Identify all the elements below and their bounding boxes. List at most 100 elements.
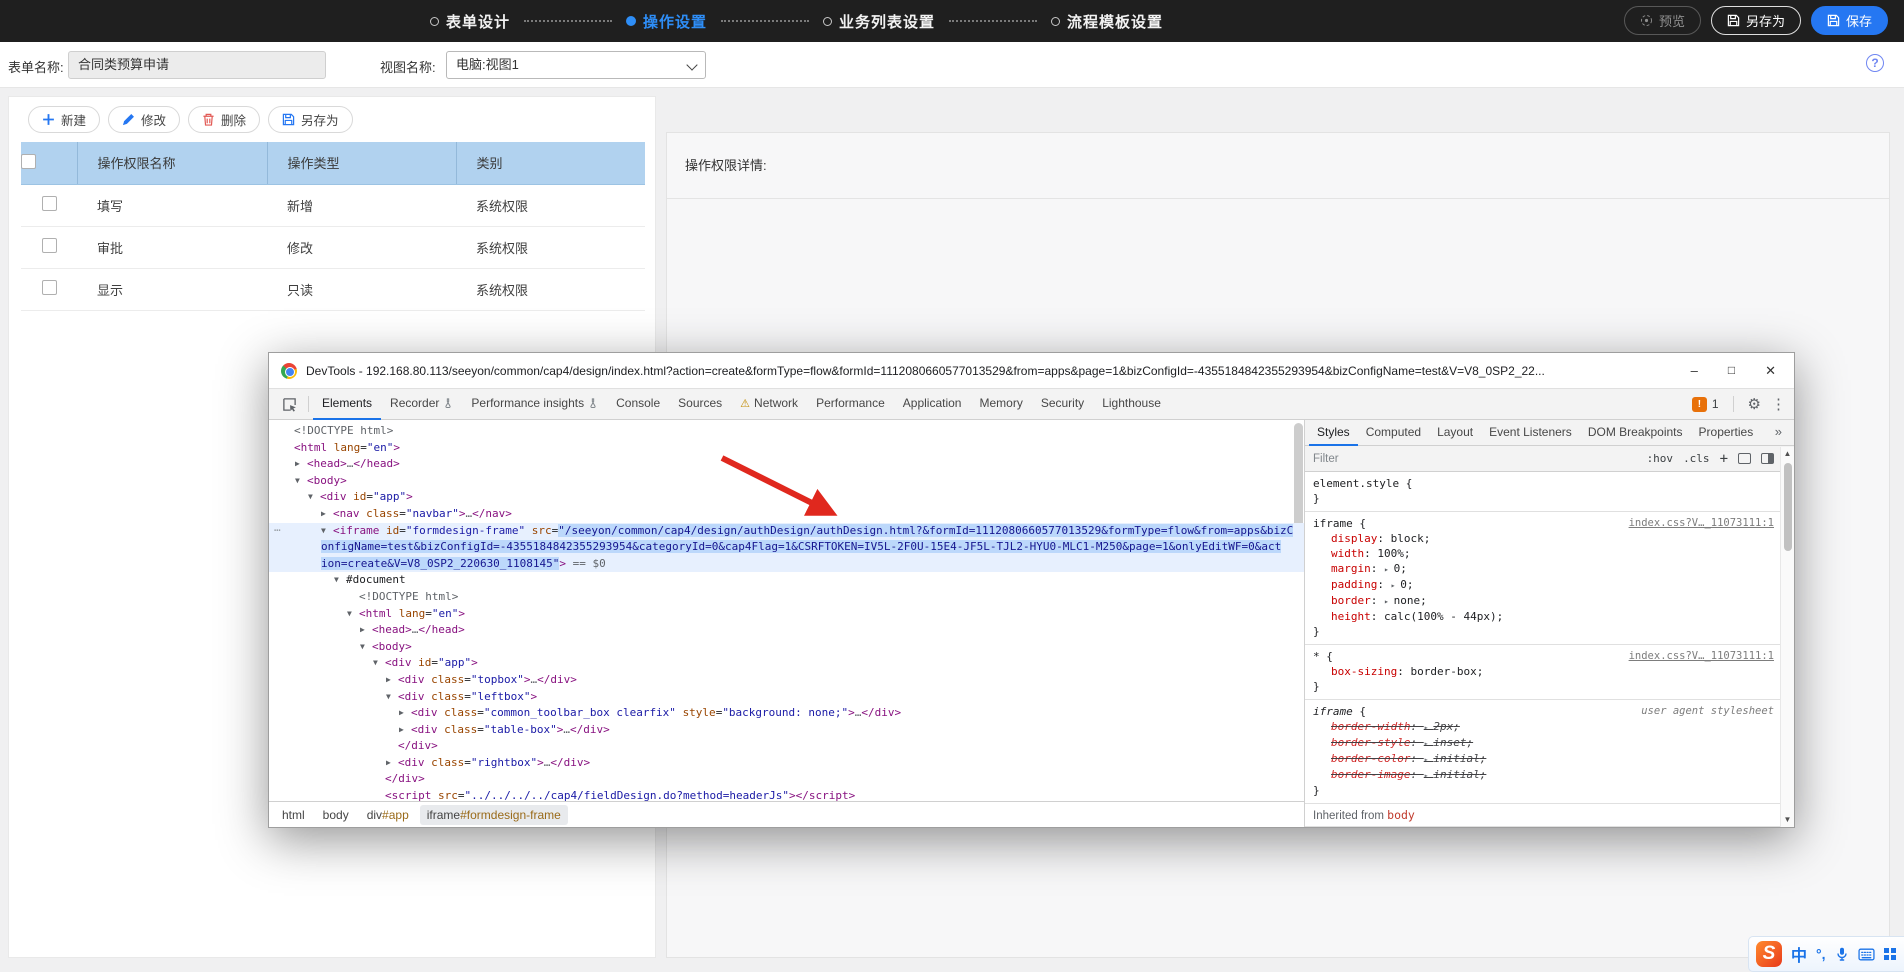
scroll-up-icon[interactable]: ▲ <box>1784 447 1792 461</box>
styles-tab-overflow[interactable]: » <box>1767 420 1790 446</box>
hov-toggle[interactable]: :hov <box>1647 452 1674 465</box>
inherited-target[interactable]: body <box>1387 808 1415 822</box>
devtools-tree-row[interactable]: ▶<head>…</head> <box>269 622 1304 639</box>
devtools-tree-row[interactable]: </div> <box>269 771 1304 788</box>
scroll-down-icon[interactable]: ▼ <box>1784 813 1792 827</box>
styles-scrollbar-thumb[interactable] <box>1784 463 1792 551</box>
form-name-input[interactable]: 合同类预算申请 <box>68 51 326 79</box>
styles-tab-layout[interactable]: Layout <box>1429 420 1481 446</box>
css-property[interactable]: width: 100%; <box>1313 546 1772 561</box>
collapsed-arrow-icon[interactable]: ▶ <box>399 722 411 739</box>
expanded-arrow-icon[interactable]: ▼ <box>347 606 359 623</box>
select-all-checkbox[interactable] <box>21 154 36 169</box>
devtools-tree-row[interactable]: ▼<body> <box>269 473 1304 490</box>
expand-arrow-icon[interactable]: ▸ <box>1384 597 1394 606</box>
css-property[interactable]: border-width: ▸ 2px; <box>1313 719 1772 735</box>
row-checkbox[interactable] <box>42 238 57 253</box>
expanded-arrow-icon[interactable]: ▼ <box>373 655 385 672</box>
devtools-tree-row[interactable]: ▼#document <box>269 572 1304 589</box>
view-name-select[interactable]: 电脑:视图1 <box>446 51 706 79</box>
devtools-tree-row[interactable]: ▼<div id="app"> <box>269 655 1304 672</box>
tab-sources[interactable]: Sources <box>669 389 731 420</box>
collapsed-arrow-icon[interactable]: ▶ <box>295 456 307 473</box>
expanded-arrow-icon[interactable]: ▼ <box>334 572 346 589</box>
expand-arrow-icon[interactable]: ▸ <box>1391 581 1401 590</box>
stylesheet-link[interactable]: index.css?V…_11073111:1 <box>1629 650 1774 662</box>
expand-arrow-icon[interactable]: ▸ <box>1424 723 1434 732</box>
close-button[interactable]: ✕ <box>1765 363 1776 379</box>
collapsed-arrow-icon[interactable]: ▶ <box>386 755 398 772</box>
devtools-tree-row[interactable]: ion=create&V=V8_0SP2_220630_1108145"> ==… <box>269 556 1304 573</box>
tab-recorder[interactable]: Recorder <box>381 389 462 420</box>
wizard-step-1[interactable]: 表单设计 <box>430 11 510 32</box>
table-row[interactable]: 显示只读系统权限 <box>21 268 645 310</box>
expand-arrow-icon[interactable]: ▸ <box>1384 565 1394 574</box>
tab-elements[interactable]: Elements <box>313 389 381 420</box>
css-property[interactable]: height: calc(100% - 44px); <box>1313 609 1772 624</box>
new-rule-button[interactable]: + <box>1720 451 1728 467</box>
expanded-arrow-icon[interactable]: ▼ <box>360 639 372 656</box>
styles-scrollbar[interactable]: ▲ ▼ <box>1780 447 1794 827</box>
collapsed-arrow-icon[interactable]: ▶ <box>360 622 372 639</box>
devtools-tree-row[interactable]: ▼<div id="app"> <box>269 489 1304 506</box>
ime-mode-toggle[interactable]: 中 <box>1791 942 1807 966</box>
wizard-step-4[interactable]: 流程模板设置 <box>1051 11 1163 32</box>
microphone-icon[interactable] <box>1835 947 1849 961</box>
css-property[interactable]: border-image: ▸ initial; <box>1313 767 1772 783</box>
devtools-tree-row[interactable]: <html lang="en"> <box>269 440 1304 457</box>
pencil-toolbar-button[interactable]: 修改 <box>108 106 180 133</box>
sidebar-toggle-icon[interactable] <box>1761 453 1774 464</box>
css-property[interactable]: box-sizing: border-box; <box>1313 664 1772 679</box>
table-row[interactable]: 审批修改系统权限 <box>21 226 645 268</box>
devtools-titlebar[interactable]: DevTools - 192.168.80.113/seeyon/common/… <box>269 353 1794 389</box>
css-property[interactable]: display: block; <box>1313 531 1772 546</box>
tab-lighthouse[interactable]: Lighthouse <box>1093 389 1170 420</box>
plus-toolbar-button[interactable]: 新建 <box>28 106 100 133</box>
expanded-arrow-icon[interactable]: ▼ <box>295 473 307 490</box>
breadcrumb-item[interactable]: body <box>316 805 356 825</box>
minimize-button[interactable]: – <box>1691 363 1698 379</box>
expanded-arrow-icon[interactable]: ▼ <box>386 689 398 706</box>
floppy-toolbar-button[interactable]: 另存为 <box>268 106 353 133</box>
row-checkbox[interactable] <box>42 196 57 211</box>
devtools-tree-row[interactable]: <!DOCTYPE html> <box>269 423 1304 440</box>
tab-console[interactable]: Console <box>607 389 669 420</box>
devtools-tree-row[interactable]: ▶<div class="topbox">…</div> <box>269 672 1304 689</box>
preview-button[interactable]: 预览 <box>1624 6 1701 35</box>
devtools-tree-row[interactable]: ▶<div class="table-box">…</div> <box>269 722 1304 739</box>
rendering-icon[interactable] <box>1738 453 1751 464</box>
wizard-step-2[interactable]: 操作设置 <box>626 11 707 32</box>
issues-badge[interactable]: ! 1 <box>1692 397 1719 412</box>
help-icon[interactable]: ? <box>1866 54 1884 72</box>
stylesheet-link[interactable]: index.css?V…_11073111:1 <box>1629 517 1774 529</box>
devtools-tree-row[interactable]: ▶<div class="common_toolbar_box clearfix… <box>269 705 1304 722</box>
sogou-logo-icon[interactable]: S <box>1756 941 1782 967</box>
tab-network[interactable]: ⚠Network <box>731 389 807 420</box>
breadcrumb-item[interactable]: html <box>275 805 312 825</box>
css-property[interactable]: border: ▸ none; <box>1313 593 1772 609</box>
expanded-arrow-icon[interactable]: ▼ <box>321 523 333 540</box>
expand-arrow-icon[interactable]: ▸ <box>1424 755 1434 764</box>
maximize-button[interactable]: □ <box>1728 363 1735 379</box>
devtools-tree-row[interactable]: ▶<nav class="navbar">…</nav> <box>269 506 1304 523</box>
expand-arrow-icon[interactable]: ▸ <box>1424 771 1434 780</box>
row-checkbox[interactable] <box>42 280 57 295</box>
devtools-tree-row[interactable]: ▶<head>…</head> <box>269 456 1304 473</box>
collapsed-arrow-icon[interactable]: ▶ <box>399 705 411 722</box>
styles-tab-properties[interactable]: Properties <box>1691 420 1762 446</box>
punctuation-icon[interactable]: °, <box>1816 946 1826 962</box>
breadcrumb-item[interactable]: div#app <box>360 805 416 825</box>
toolbox-grid-icon[interactable] <box>1884 948 1896 960</box>
styles-tab-event-listeners[interactable]: Event Listeners <box>1481 420 1580 446</box>
kebab-menu-icon[interactable]: ⋮ <box>1771 395 1786 413</box>
tab-application[interactable]: Application <box>894 389 971 420</box>
wizard-step-3[interactable]: 业务列表设置 <box>823 11 935 32</box>
inspect-icon[interactable] <box>275 397 304 412</box>
collapsed-arrow-icon[interactable]: ▶ <box>386 672 398 689</box>
styles-tab-computed[interactable]: Computed <box>1358 420 1429 446</box>
devtools-tree-row[interactable]: <!DOCTYPE html> <box>269 589 1304 606</box>
devtools-tree-row[interactable]: onfigName=test&bizConfigId=-435518484235… <box>269 539 1304 556</box>
expanded-arrow-icon[interactable]: ▼ <box>308 489 320 506</box>
tab-security[interactable]: Security <box>1032 389 1093 420</box>
devtools-tree-row[interactable]: </div> <box>269 738 1304 755</box>
